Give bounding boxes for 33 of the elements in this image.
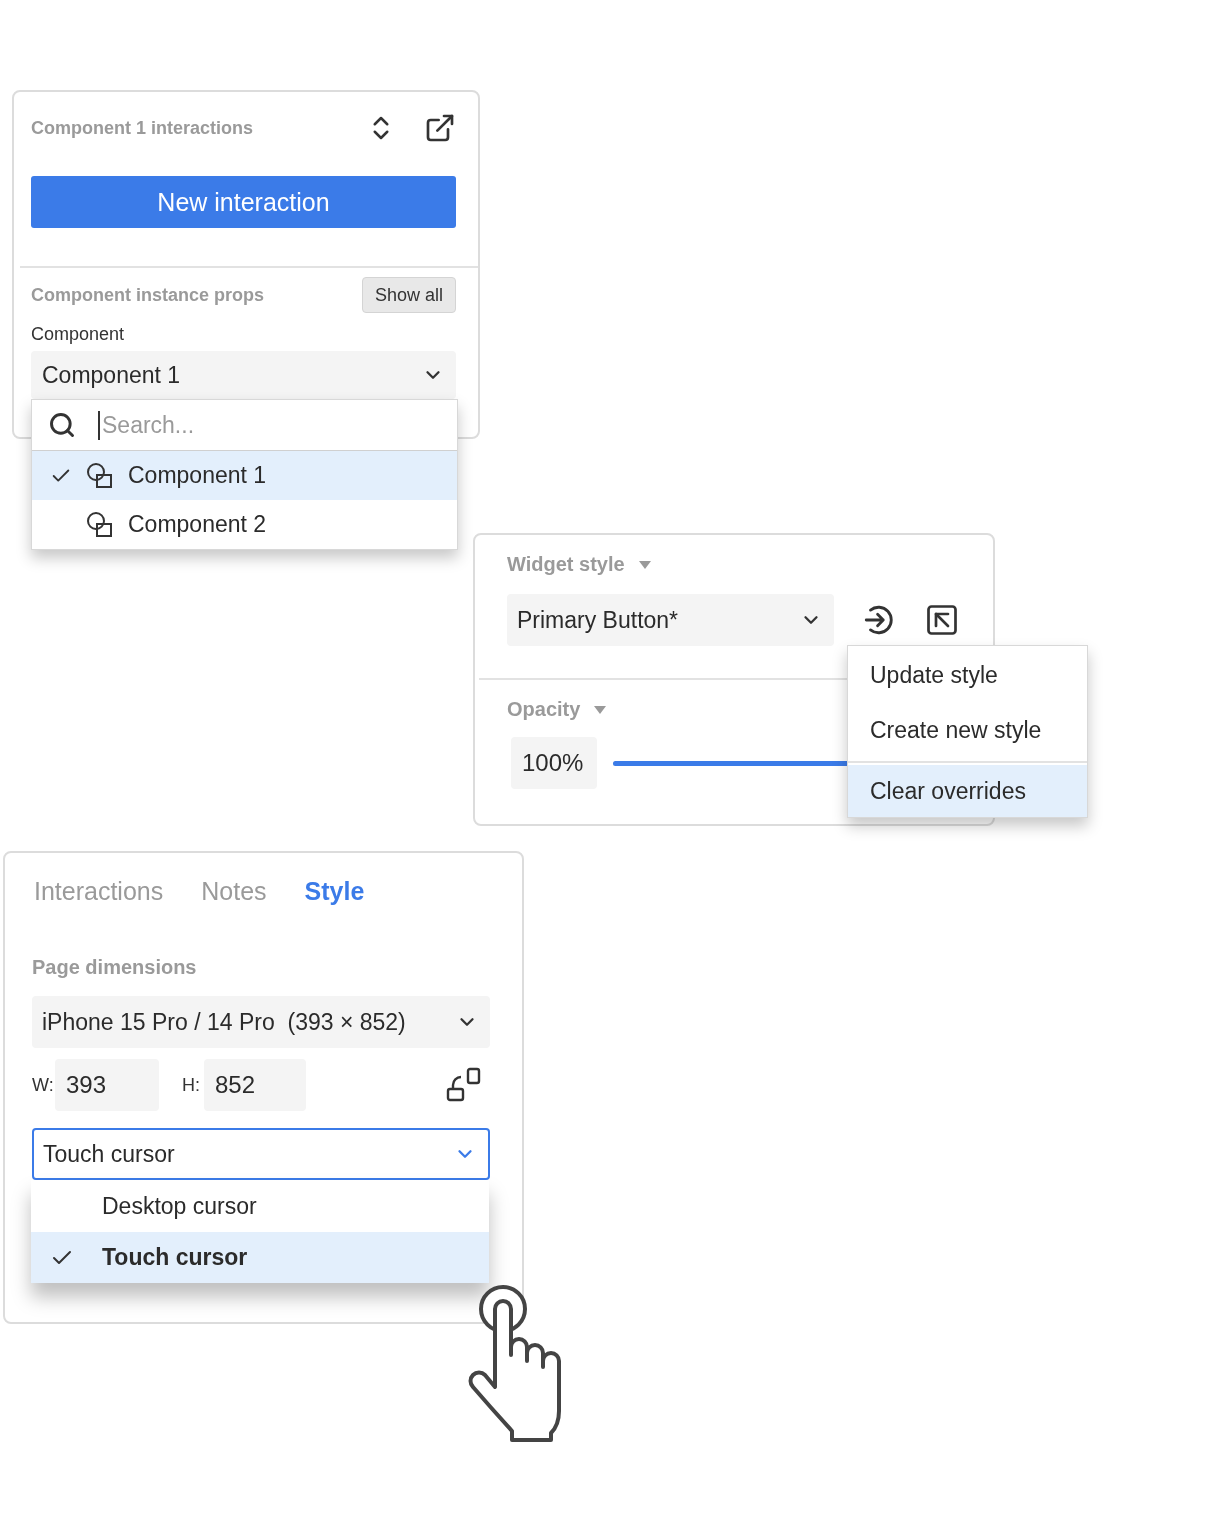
panel-title: Component 1 interactions bbox=[31, 117, 254, 139]
show-all-button[interactable]: Show all bbox=[361, 277, 456, 313]
dropdown-option[interactable]: Component 2 bbox=[32, 500, 457, 549]
cursor-option[interactable]: Desktop cursor bbox=[31, 1180, 489, 1232]
new-interaction-button[interactable]: New interaction bbox=[31, 176, 456, 228]
style-select[interactable]: Primary Button* bbox=[507, 594, 834, 646]
external-link-icon[interactable] bbox=[424, 112, 456, 144]
search-icon bbox=[48, 411, 76, 439]
component-select[interactable]: Component 1 bbox=[31, 351, 456, 399]
height-field[interactable]: 852 bbox=[204, 1059, 306, 1111]
device-select[interactable]: iPhone 15 Pro / 14 Pro (393 × 852) bbox=[32, 996, 490, 1048]
field-label: Component bbox=[31, 324, 126, 345]
menu-item[interactable]: Create new style bbox=[848, 704, 1087, 756]
caret-icon bbox=[638, 560, 651, 569]
section-heading: Opacity bbox=[507, 698, 581, 721]
height-label: H: bbox=[182, 1074, 201, 1096]
width-field[interactable]: 393 bbox=[55, 1059, 159, 1111]
arrow-into-circle-icon[interactable] bbox=[862, 603, 896, 637]
component-icon bbox=[86, 510, 114, 539]
unlink-icon[interactable] bbox=[446, 1067, 482, 1103]
dropdown-option[interactable]: Component 1 bbox=[32, 451, 457, 500]
tab[interactable]: Style bbox=[304, 877, 365, 906]
cursor-option[interactable]: Touch cursor bbox=[31, 1232, 489, 1283]
component-icon bbox=[86, 461, 114, 490]
section-heading: Widget style bbox=[507, 553, 625, 576]
opacity-field[interactable]: 100% bbox=[511, 737, 597, 789]
cursor-select[interactable]: Touch cursor bbox=[32, 1128, 490, 1180]
width-label: W: bbox=[32, 1074, 55, 1096]
menu-item[interactable]: Clear overrides bbox=[848, 765, 1087, 817]
section-heading: Page dimensions bbox=[32, 956, 198, 979]
section-heading: Component instance props bbox=[31, 284, 264, 306]
caret-icon bbox=[594, 705, 607, 714]
menu-item[interactable]: Update style bbox=[848, 646, 1087, 704]
